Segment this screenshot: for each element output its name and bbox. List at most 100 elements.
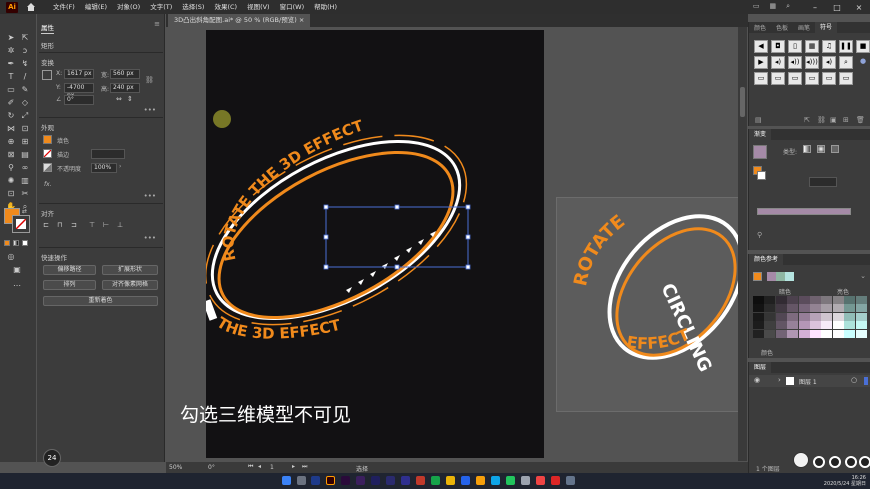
tab-color[interactable]: 颜色 <box>749 23 771 32</box>
freeform-gradient-icon[interactable] <box>831 145 839 153</box>
layer-row[interactable]: ◉ › 图层 1 ○ <box>749 375 870 387</box>
opacity-field[interactable]: 100% <box>91 163 117 173</box>
expand-layer-icon[interactable]: › <box>778 376 781 384</box>
symbol-pause-icon[interactable]: ❚❚ <box>839 40 853 53</box>
layer-name[interactable]: 图层 1 <box>799 377 817 386</box>
menu-file[interactable]: 文件(F) <box>48 0 80 14</box>
tab-brushes[interactable]: 画笔 <box>793 23 815 32</box>
guide-swatch[interactable] <box>832 321 844 330</box>
lasso-icon[interactable]: ↄ <box>19 45 31 56</box>
guide-swatch[interactable] <box>753 296 764 304</box>
symbol-bar-6-icon[interactable]: ▭ <box>839 72 853 85</box>
symbol-sprayer-icon[interactable]: ✺ <box>5 175 17 186</box>
align-center-icon[interactable]: ⊓ <box>57 221 62 229</box>
guide-swatch[interactable] <box>855 296 867 304</box>
gradient-tool-icon[interactable]: ▤ <box>19 149 31 160</box>
harmony-swatch-2[interactable] <box>776 272 785 281</box>
expand-shape-button[interactable]: 扩展形状 <box>102 265 158 275</box>
line-tool-icon[interactable]: / <box>19 71 31 82</box>
tab-symbols[interactable]: 符号 <box>815 22 838 33</box>
guide-swatch[interactable] <box>844 296 856 304</box>
gradient-angle-field[interactable] <box>809 177 837 187</box>
illustrator-icon[interactable] <box>326 476 335 485</box>
symbol-camera-icon[interactable]: ◘ <box>771 40 785 53</box>
zoom-field[interactable]: 50% <box>169 464 182 471</box>
gradient-eyedropper-icon[interactable]: ⚲ <box>757 231 762 239</box>
minimize-icon[interactable]: – <box>804 3 826 12</box>
document-tab[interactable]: 3D凸出斜角配图.ai* @ 50 % (RGB/预览) × <box>168 14 311 27</box>
symbol-volume-high-icon[interactable]: ◂))) <box>805 56 819 69</box>
new-symbol-icon[interactable]: ⊞ <box>843 116 849 124</box>
scale-tool-icon[interactable]: ⤢ <box>19 110 31 121</box>
next-page-icon[interactable]: ▸ <box>292 463 295 470</box>
start-icon[interactable] <box>282 476 291 485</box>
mesh-tool-icon[interactable]: ⊠ <box>5 149 17 160</box>
ring-artwork[interactable]: ROTATE THE 3D EFFECT THE 3D EFFECT <box>206 30 544 458</box>
curvature-tool-icon[interactable]: ↯ <box>19 58 31 69</box>
graph-tool-icon[interactable]: ▥ <box>19 175 31 186</box>
menu-object[interactable]: 对象(O) <box>112 0 145 14</box>
folder-icon[interactable] <box>476 476 485 485</box>
symbol-search-icon[interactable]: ⌕ <box>839 56 853 69</box>
menu-edit[interactable]: 编辑(E) <box>80 0 112 14</box>
guide-swatch[interactable] <box>810 312 821 321</box>
home-icon[interactable] <box>26 2 36 12</box>
symbol-phone-icon[interactable]: ▯ <box>788 40 802 53</box>
guide-swatch[interactable] <box>775 296 787 304</box>
symbol-pin-icon[interactable]: ● <box>856 56 870 69</box>
guide-swatch[interactable] <box>753 329 764 338</box>
artboard-tool-icon[interactable]: ⊡ <box>5 188 17 199</box>
align-middle-icon[interactable]: ⊢ <box>103 221 109 229</box>
guide-swatch[interactable] <box>753 304 764 313</box>
qq-icon[interactable] <box>491 476 500 485</box>
symbol-bar-3-icon[interactable]: ▭ <box>788 72 802 85</box>
menu-type[interactable]: 文字(T) <box>145 0 177 14</box>
transform-more-icon[interactable]: ••• <box>144 106 156 114</box>
tab-color-guide[interactable]: 颜色参考 <box>749 254 784 265</box>
last-page-icon[interactable]: ⏭ <box>302 463 307 471</box>
eyedropper-icon[interactable]: ⚲ <box>5 162 17 173</box>
none-mode-icon[interactable] <box>22 240 28 246</box>
guide-swatch[interactable] <box>787 296 799 304</box>
media-encoder-icon[interactable] <box>401 476 410 485</box>
guide-swatch[interactable] <box>832 312 844 321</box>
recolor-button[interactable]: 重新着色 <box>43 296 158 306</box>
symbol-play-icon[interactable]: ▶ <box>754 56 768 69</box>
page-field[interactable]: 1 <box>270 464 274 471</box>
align-right-icon[interactable]: ⊐ <box>71 221 77 229</box>
width-field[interactable]: 560 px <box>110 69 140 79</box>
guide-swatch[interactable] <box>798 321 810 330</box>
guide-swatch[interactable] <box>821 296 833 304</box>
close-tab-icon[interactable]: × <box>299 16 304 24</box>
first-page-icon[interactable]: ⏮ <box>248 463 253 471</box>
properties-tab[interactable]: 属性 <box>41 22 54 34</box>
prev-page-icon[interactable]: ◂ <box>258 463 261 470</box>
align-left-icon[interactable]: ⊏ <box>43 221 49 229</box>
guide-swatch[interactable] <box>775 329 787 338</box>
guide-swatch[interactable] <box>844 329 856 338</box>
guide-swatch[interactable] <box>832 296 844 304</box>
guide-swatch[interactable] <box>810 321 821 330</box>
tab-gradient[interactable]: 渐变 <box>749 129 772 140</box>
guide-swatch[interactable] <box>764 312 776 321</box>
gradient-preview-swatch[interactable] <box>753 145 767 159</box>
guide-swatch[interactable] <box>787 321 799 330</box>
netease-icon[interactable] <box>536 476 545 485</box>
app-gray-icon[interactable] <box>521 476 530 485</box>
stroke-weight-field[interactable] <box>91 149 125 159</box>
free-transform-icon[interactable]: ⊡ <box>19 123 31 134</box>
rotate-tool-icon[interactable]: ↻ <box>5 110 17 121</box>
stroke-swatch[interactable] <box>43 149 52 158</box>
harmony-swatch-3[interactable] <box>785 272 794 281</box>
symbol-volume-low-icon[interactable]: ◂) <box>771 56 785 69</box>
menu-window[interactable]: 窗口(W) <box>275 0 310 14</box>
edge-icon[interactable] <box>461 476 470 485</box>
symbol-volume-mid-icon[interactable]: ◂)) <box>788 56 802 69</box>
flip-horizontal-icon[interactable]: ⇔ <box>116 95 122 103</box>
arrange-docs-icon[interactable]: ▦ <box>769 2 776 11</box>
app-green-icon[interactable] <box>431 476 440 485</box>
guide-swatch[interactable] <box>855 329 867 338</box>
symbol-options-icon[interactable]: ▣ <box>830 116 837 124</box>
guide-swatch[interactable] <box>821 304 833 313</box>
swap-colors-icon[interactable]: ⇄ <box>22 208 27 215</box>
